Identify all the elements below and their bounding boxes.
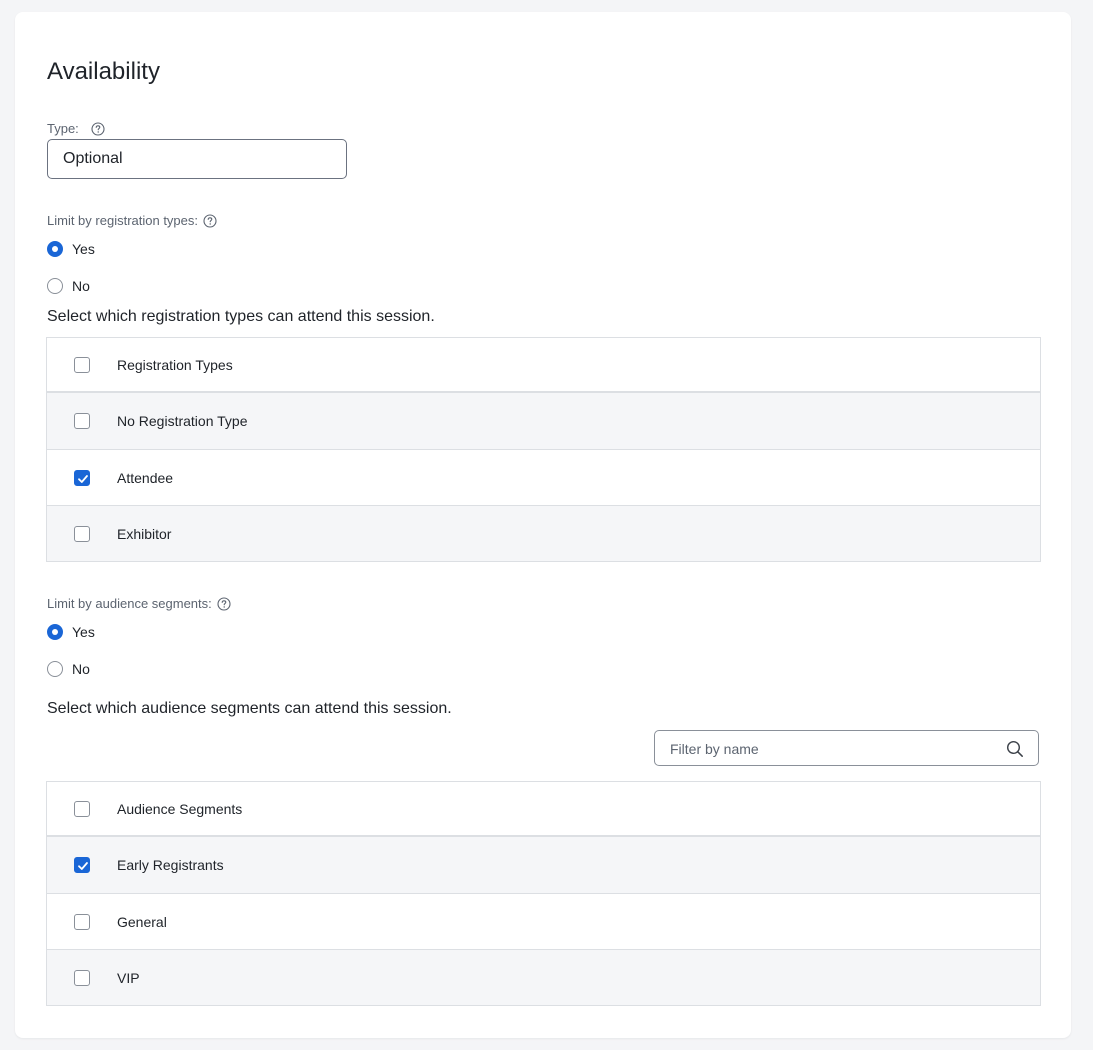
- question-circle-icon[interactable]: [217, 597, 231, 611]
- table-row[interactable]: Exhibitor: [47, 505, 1040, 561]
- table-header-label: Registration Types: [117, 356, 233, 373]
- radio-label: Yes: [72, 241, 95, 257]
- availability-card: Availability Type: Optional Limit by reg…: [15, 12, 1071, 1038]
- type-select[interactable]: Optional: [47, 139, 347, 179]
- question-circle-icon[interactable]: [203, 214, 217, 228]
- row-checkbox[interactable]: [74, 413, 90, 429]
- table-row[interactable]: VIP: [47, 949, 1040, 1005]
- radio-button[interactable]: [47, 661, 63, 677]
- row-checkbox[interactable]: [74, 469, 90, 486]
- radio-button[interactable]: [47, 278, 63, 294]
- registration-types-label-row: Limit by registration types:: [47, 213, 217, 229]
- type-label-row: Type:: [47, 121, 105, 137]
- row-label: Exhibitor: [117, 525, 172, 542]
- checkmark-icon: [78, 474, 88, 483]
- table-row[interactable]: Attendee: [47, 449, 1040, 505]
- registration-types-table: Registration Types No Registration Type …: [46, 337, 1041, 562]
- registration-types-label: Limit by registration types:: [47, 213, 199, 228]
- row-checkbox[interactable]: [74, 857, 90, 873]
- filter-input[interactable]: [655, 731, 1012, 767]
- row-label: Early Registrants: [117, 857, 224, 873]
- radio-label: No: [72, 278, 90, 294]
- registration-types-yes-radio[interactable]: Yes: [47, 239, 95, 259]
- row-checkbox[interactable]: [74, 913, 90, 930]
- type-label: Type:: [47, 121, 79, 136]
- radio-button[interactable]: [47, 241, 63, 257]
- registration-types-no-radio[interactable]: No: [47, 276, 90, 296]
- table-header-row: Registration Types: [47, 338, 1040, 393]
- search-icon[interactable]: [1006, 740, 1024, 758]
- radio-label: Yes: [72, 624, 95, 640]
- radio-label: No: [72, 661, 90, 677]
- audience-segments-label: Limit by audience segments:: [47, 596, 212, 611]
- audience-segments-yes-radio[interactable]: Yes: [47, 622, 95, 642]
- select-all-checkbox[interactable]: [74, 356, 90, 373]
- audience-segments-instruction: Select which audience segments can atten…: [47, 700, 452, 717]
- row-checkbox[interactable]: [74, 969, 90, 986]
- registration-types-instruction: Select which registration types can atte…: [47, 308, 435, 325]
- audience-segments-label-row: Limit by audience segments:: [47, 596, 231, 612]
- filter-box: [654, 730, 1039, 767]
- row-label: VIP: [117, 969, 140, 986]
- row-label: Attendee: [117, 469, 174, 486]
- table-row[interactable]: General: [47, 893, 1040, 949]
- question-circle-icon[interactable]: [91, 122, 105, 136]
- select-all-checkbox[interactable]: [74, 800, 90, 817]
- row-label: No Registration Type: [117, 413, 248, 429]
- audience-segments-table: Audience Segments Early Registrants Gene…: [46, 781, 1041, 1006]
- table-header-label: Audience Segments: [117, 800, 243, 817]
- table-header-row: Audience Segments: [47, 782, 1040, 837]
- radio-button[interactable]: [47, 624, 63, 640]
- table-row[interactable]: No Registration Type: [47, 393, 1040, 449]
- table-row[interactable]: Early Registrants: [47, 837, 1040, 893]
- row-checkbox[interactable]: [74, 525, 90, 542]
- section-title: Availability: [47, 58, 160, 85]
- audience-segments-no-radio[interactable]: No: [47, 659, 90, 679]
- checkmark-icon: [78, 862, 88, 870]
- row-label: General: [117, 913, 167, 930]
